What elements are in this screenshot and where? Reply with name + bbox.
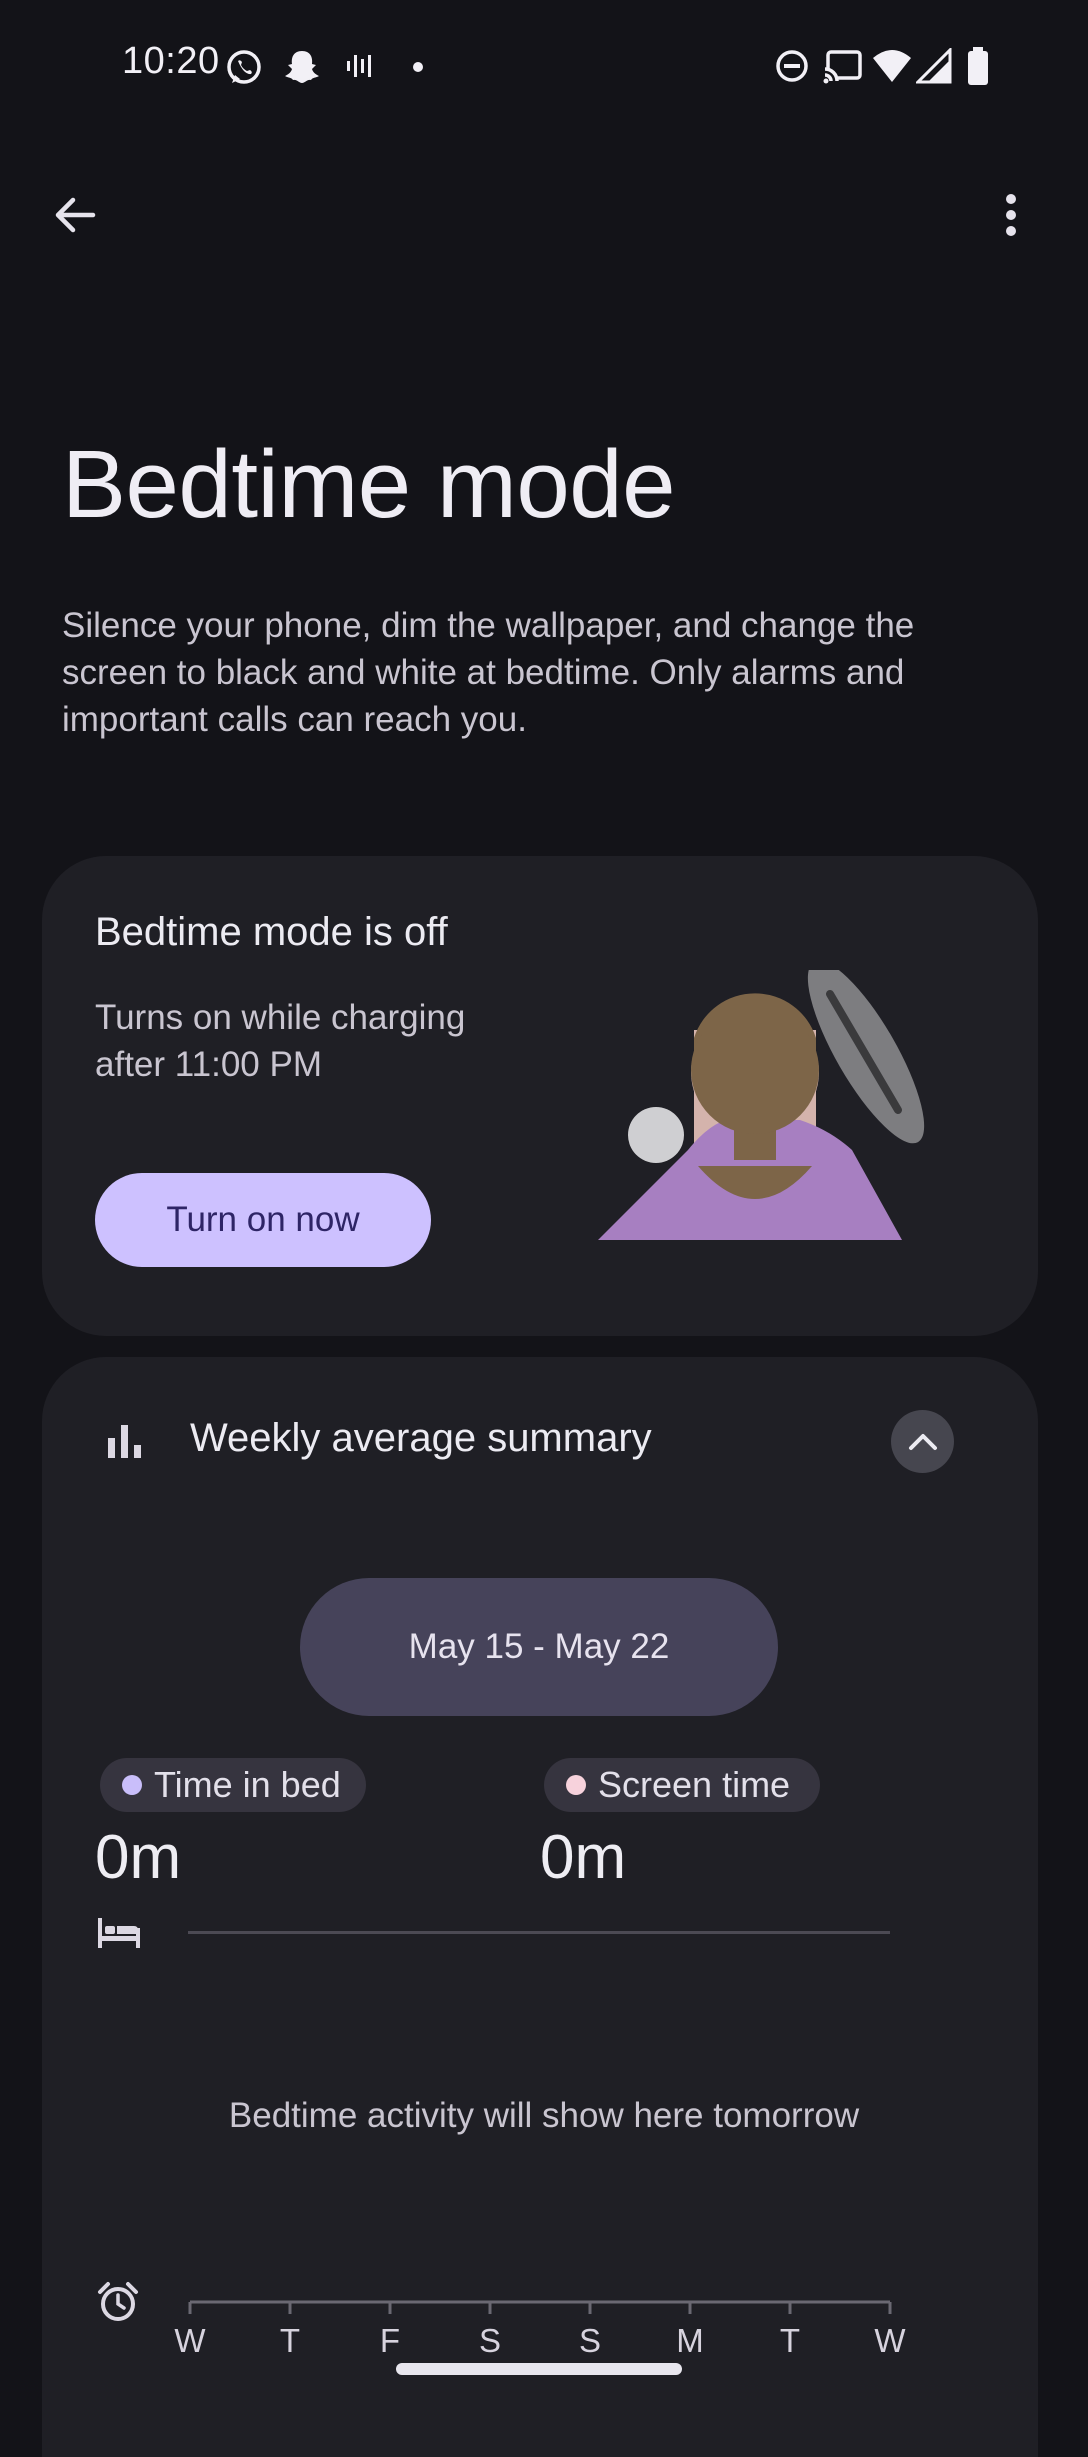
date-range-selector[interactable]: May 15 - May 22: [300, 1578, 778, 1716]
more-vert-icon: [1006, 194, 1016, 236]
arrow-back-icon: [55, 197, 96, 233]
screen-time-dot: [566, 1775, 586, 1795]
screen-time-value: 0m: [540, 1823, 627, 1892]
bar-chart-icon: [108, 1425, 141, 1458]
wifi-icon: [873, 50, 911, 82]
signal-icon: [916, 48, 952, 84]
bed-icon: [98, 1918, 140, 1948]
day-label: T: [779, 2322, 801, 2359]
weekly-summary-card: [42, 1357, 1038, 2457]
weekly-summary-title: Weekly average summary: [190, 1416, 652, 1460]
bedtime-schedule-text: Turns on while charging after 11:00 PM: [95, 998, 466, 1084]
whatsapp-icon: [227, 50, 261, 84]
turn-on-now-button[interactable]: Turn on now: [95, 1173, 431, 1267]
day-axis: [188, 2300, 892, 2314]
day-label: F: [379, 2322, 401, 2359]
page-title: Bedtime mode: [62, 431, 675, 538]
back-button[interactable]: [30, 170, 120, 260]
voice-icon: [347, 55, 371, 77]
cast-icon: [823, 50, 862, 84]
time-in-bed-label: Time in bed: [154, 1764, 341, 1805]
empty-state-message: Bedtime activity will show here tomorrow: [228, 2096, 860, 2135]
day-label: T: [279, 2322, 301, 2359]
screen-time-legend: Screen time: [544, 1758, 820, 1812]
day-label: W: [874, 2322, 906, 2359]
time-in-bed-dot: [122, 1775, 142, 1795]
time-in-bed-value: 0m: [95, 1823, 182, 1892]
status-time: 10:20: [122, 40, 220, 82]
more-options-button[interactable]: [966, 170, 1056, 260]
time-in-bed-legend: Time in bed: [100, 1758, 366, 1812]
day-label: M: [676, 2322, 704, 2359]
time-in-bed-track: [188, 1931, 890, 1934]
page-description: Silence your phone, dim the wallpaper, a…: [62, 606, 915, 739]
chevron-up-icon: [908, 1433, 937, 1450]
day-label: S: [578, 2322, 601, 2359]
day-label: S: [478, 2322, 501, 2359]
day-label: W: [174, 2322, 206, 2359]
screen-time-label: Screen time: [598, 1764, 791, 1805]
battery-icon: [968, 47, 988, 85]
alarm-icon: [98, 2282, 138, 2321]
bedtime-illustration: [598, 970, 925, 1240]
dnd-icon: [776, 50, 808, 82]
bedtime-status-title: Bedtime mode is off: [95, 910, 448, 954]
home-indicator[interactable]: [396, 2363, 682, 2375]
snapchat-icon: [285, 51, 319, 83]
collapse-summary-button[interactable]: [891, 1410, 954, 1473]
dot-icon: [413, 62, 423, 72]
